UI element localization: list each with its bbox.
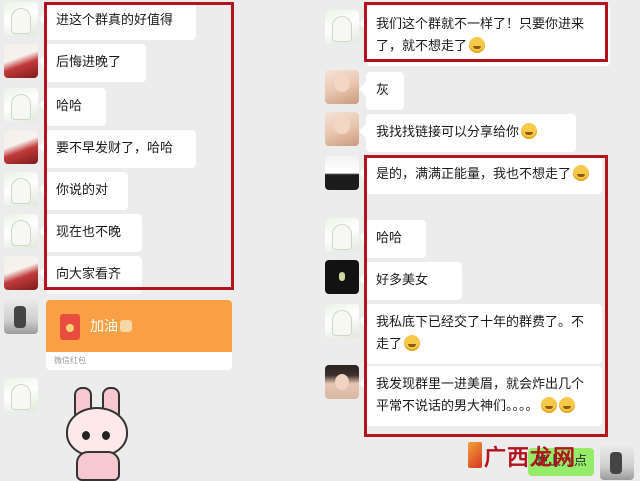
avatar[interactable] bbox=[325, 218, 359, 252]
message-text: 是的，满满正能量，我也不想走了 bbox=[376, 167, 572, 182]
avatar[interactable] bbox=[325, 365, 359, 399]
avatar[interactable] bbox=[325, 304, 359, 338]
message-bubble[interactable]: 要不早发财了，哈哈 bbox=[46, 130, 196, 168]
red-envelope-icon bbox=[60, 314, 80, 340]
watermark: 广西龙网 bbox=[467, 440, 576, 472]
avatar[interactable] bbox=[325, 260, 359, 294]
message-bubble[interactable]: 好多美女 bbox=[366, 262, 462, 300]
message-text: 进这个群真的好值得 bbox=[56, 13, 174, 28]
message-bubble[interactable]: 进这个群真的好值得 bbox=[46, 2, 196, 40]
message-text: 好多美女 bbox=[376, 273, 429, 288]
avatar[interactable] bbox=[4, 378, 38, 412]
message-bubble[interactable]: 你说的对 bbox=[46, 172, 128, 210]
message-text: 你说的对 bbox=[56, 183, 109, 198]
own-avatar[interactable] bbox=[600, 446, 634, 480]
red-packet-title: 加油 bbox=[90, 319, 118, 335]
avatar[interactable] bbox=[325, 156, 359, 190]
message-text: 哈哈 bbox=[376, 231, 403, 246]
message-bubble[interactable]: 我找找链接可以分享给你 bbox=[366, 114, 576, 152]
message-bubble[interactable]: 灰 bbox=[366, 72, 404, 110]
avatar[interactable] bbox=[325, 10, 359, 44]
hand-icon bbox=[120, 320, 132, 332]
message-bubble[interactable]: 现在也不晚 bbox=[46, 214, 142, 252]
avatar[interactable] bbox=[325, 112, 359, 146]
message-bubble[interactable]: 后悔进晚了 bbox=[46, 44, 146, 82]
avatar[interactable] bbox=[4, 256, 38, 290]
message-text: 灰 bbox=[376, 83, 390, 98]
smile-emoji-icon bbox=[573, 165, 590, 181]
avatar[interactable] bbox=[4, 88, 38, 122]
avatar[interactable] bbox=[4, 2, 38, 36]
avatar[interactable] bbox=[4, 214, 38, 248]
avatar[interactable] bbox=[4, 172, 38, 206]
smirk-emoji-icon bbox=[521, 123, 538, 139]
message-bubble[interactable]: 我私底下已经交了十年的群费了。不走了 bbox=[366, 304, 602, 364]
avatar[interactable] bbox=[4, 300, 38, 334]
message-text: 后悔进晚了 bbox=[56, 55, 122, 70]
message-text: 我找找链接可以分享给你 bbox=[376, 125, 520, 140]
bunny-girl-sticker[interactable] bbox=[60, 385, 130, 481]
avatar[interactable] bbox=[325, 70, 359, 104]
message-bubble[interactable]: 哈哈 bbox=[366, 220, 426, 258]
message-bubble[interactable]: 哈哈 bbox=[46, 88, 106, 126]
message-bubble[interactable]: 是的，满满正能量，我也不想走了 bbox=[366, 156, 602, 194]
red-packet-footer: 微信红包 bbox=[46, 352, 232, 370]
red-packet-body: 加油 bbox=[46, 300, 232, 352]
message-text: 哈哈 bbox=[56, 99, 83, 114]
avatar[interactable] bbox=[4, 44, 38, 78]
cry-laugh-emoji-icon bbox=[540, 397, 557, 413]
laugh-emoji-icon bbox=[469, 37, 486, 53]
message-bubble[interactable]: 我们这个群就不一样了！只要你进来了，就不想走了 bbox=[366, 6, 610, 66]
message-text: 向大家看齐 bbox=[56, 267, 122, 282]
message-text: 现在也不晚 bbox=[56, 225, 122, 240]
grin-emoji-icon bbox=[404, 335, 421, 351]
cry-laugh-emoji-icon bbox=[558, 397, 575, 413]
message-bubble[interactable]: 我发现群里一进美眉，就会炸出几个平常不说话的男大神们。。。。 bbox=[366, 366, 602, 426]
avatar[interactable] bbox=[4, 130, 38, 164]
message-text: 要不早发财了，哈哈 bbox=[56, 141, 174, 156]
message-bubble[interactable]: 向大家看齐 bbox=[46, 256, 142, 294]
red-packet[interactable]: 加油 微信红包 bbox=[46, 300, 232, 370]
